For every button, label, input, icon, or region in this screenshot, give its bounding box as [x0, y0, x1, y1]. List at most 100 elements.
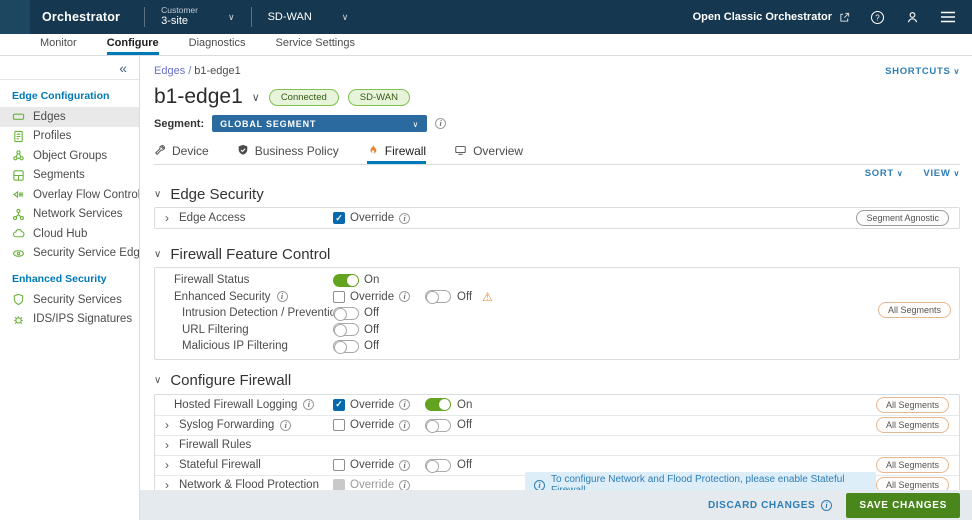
- info-icon[interactable]: [280, 420, 291, 431]
- sidebar-item-cloud-hub[interactable]: Cloud Hub: [0, 224, 139, 244]
- syslog-forwarding-override-checkbox[interactable]: [333, 419, 345, 431]
- nav-item-configure[interactable]: Configure: [107, 34, 159, 55]
- chevron-down-icon: [412, 119, 419, 129]
- info-icon[interactable]: [399, 460, 410, 471]
- info-icon[interactable]: [399, 399, 410, 410]
- tab-device[interactable]: Device: [154, 141, 209, 164]
- page-title: b1-edge1: [154, 85, 243, 109]
- all-segments-badge: All Segments: [876, 477, 949, 490]
- sidebar-item-label: Segments: [33, 169, 85, 181]
- svg-text:?: ?: [875, 13, 880, 22]
- cloud-icon: [12, 227, 25, 240]
- title-chevron-down-icon[interactable]: [252, 91, 260, 104]
- sidebar-item-segments[interactable]: Segments: [0, 166, 139, 186]
- tab-firewall[interactable]: Firewall: [367, 141, 426, 164]
- row-hosted-firewall-logging: Hosted Firewall Logging Override On All …: [155, 395, 959, 415]
- stateful-firewall-override-checkbox[interactable]: [333, 459, 345, 471]
- segment-label: Segment:: [154, 118, 204, 130]
- row-label: Network & Flood Protection: [179, 479, 319, 490]
- segment-select[interactable]: GLOBAL SEGMENT: [212, 115, 427, 132]
- stateful-firewall-toggle[interactable]: [425, 459, 451, 472]
- info-icon[interactable]: [821, 500, 832, 511]
- open-classic-orchestrator-link[interactable]: Open Classic Orchestrator: [693, 11, 850, 23]
- segment-info-icon[interactable]: [435, 118, 446, 129]
- section-collapse-icon[interactable]: [154, 249, 161, 260]
- sidebar-item-label: Cloud Hub: [33, 228, 87, 240]
- row-firewall-status: Firewall Status On: [155, 272, 959, 289]
- sidebar-item-edges[interactable]: Edges: [0, 107, 139, 127]
- customer-selector[interactable]: Customer 3-site ∨: [145, 5, 250, 29]
- edge-access-override-checkbox[interactable]: [333, 212, 345, 224]
- sort-menu[interactable]: SORT: [865, 168, 904, 181]
- hosted-firewall-logging-toggle[interactable]: [425, 398, 451, 411]
- status-badge-connected: Connected: [269, 89, 339, 106]
- hosted-firewall-logging-override-checkbox[interactable]: [333, 399, 345, 411]
- row-label: Enhanced Security: [174, 291, 271, 303]
- sidebar-item-label: Edges: [33, 111, 66, 123]
- row-url-filtering: URL Filtering Off: [155, 322, 959, 339]
- tab-business-policy[interactable]: Business Policy: [237, 141, 339, 164]
- row-label: Intrusion Detection / Prevention: [182, 307, 333, 319]
- info-icon[interactable]: [399, 480, 410, 491]
- save-changes-button[interactable]: SAVE CHANGES: [846, 493, 960, 518]
- sidebar-item-profiles[interactable]: Profiles: [0, 127, 139, 147]
- nav-item-diagnostics[interactable]: Diagnostics: [189, 34, 246, 55]
- nav-item-service-settings[interactable]: Service Settings: [276, 34, 355, 55]
- discard-changes-button[interactable]: DISCARD CHANGES: [708, 500, 832, 511]
- expand-icon[interactable]: [165, 419, 173, 431]
- section-collapse-icon[interactable]: [154, 189, 161, 200]
- vendor-logo: [0, 0, 30, 34]
- view-menu[interactable]: VIEW: [923, 168, 960, 181]
- enhanced-security-override-checkbox[interactable]: [333, 291, 345, 303]
- customer-label: Customer: [161, 5, 198, 16]
- expand-icon[interactable]: [165, 479, 173, 490]
- all-segments-badge: All Segments: [876, 417, 949, 433]
- sidebar-item-label: Network Services: [33, 208, 122, 220]
- intrusion-detection-toggle[interactable]: [333, 307, 359, 320]
- stateful-firewall-hint-banner: To configure Network and Flood Protectio…: [525, 472, 876, 490]
- expand-icon[interactable]: [165, 212, 173, 224]
- sidebar-item-network-services[interactable]: Network Services: [0, 205, 139, 225]
- toggle-state-label: Off: [457, 419, 472, 431]
- sidebar-item-security-services[interactable]: Security Services: [0, 290, 139, 310]
- tab-overview[interactable]: Overview: [454, 141, 523, 164]
- user-icon[interactable]: [905, 10, 920, 25]
- sidebar-item-ids-ips-signatures[interactable]: IDS/IPS Signatures: [0, 310, 139, 330]
- configure-firewall-panel: Hosted Firewall Logging Override On All …: [154, 394, 960, 491]
- info-icon[interactable]: [399, 291, 410, 302]
- syslog-forwarding-toggle[interactable]: [425, 419, 451, 432]
- tab-label: Device: [172, 144, 209, 158]
- bug-icon: [12, 313, 25, 326]
- sidebar-item-object-groups[interactable]: Object Groups: [0, 146, 139, 166]
- help-icon[interactable]: ?: [870, 10, 885, 25]
- enhanced-security-toggle[interactable]: [425, 290, 451, 303]
- toggle-state-label: Off: [364, 340, 379, 352]
- sidebar-item-overlay-flow-control[interactable]: Overlay Flow Control: [0, 185, 139, 205]
- expand-icon[interactable]: [165, 439, 173, 451]
- network-services-icon: [12, 208, 25, 221]
- malicious-ip-filtering-toggle[interactable]: [333, 340, 359, 353]
- firewall-status-toggle[interactable]: [333, 274, 359, 287]
- shortcuts-menu[interactable]: SHORTCUTS: [885, 66, 960, 77]
- menu-icon[interactable]: [940, 11, 956, 23]
- url-filtering-toggle[interactable]: [333, 323, 359, 336]
- sidebar-collapse-icon[interactable]: [119, 61, 127, 75]
- firewall-feature-control-panel: Firewall Status On Enhanced Security Ove…: [154, 267, 960, 360]
- info-icon[interactable]: [303, 399, 314, 410]
- chevron-down-icon: ∨: [228, 12, 235, 23]
- chevron-down-icon: ∨: [342, 12, 349, 23]
- info-icon[interactable]: [277, 291, 288, 302]
- info-icon: [534, 480, 545, 491]
- nav-item-monitor[interactable]: Monitor: [40, 34, 77, 55]
- section-collapse-icon[interactable]: [154, 375, 161, 386]
- toggle-state-label: Off: [457, 291, 472, 303]
- service-selector[interactable]: SD-WAN ∨: [252, 11, 365, 23]
- info-icon[interactable]: [399, 213, 410, 224]
- info-icon[interactable]: [399, 420, 410, 431]
- status-badge-sdwan: SD-WAN: [348, 89, 410, 106]
- sidebar-item-security-service-edge[interactable]: Security Service Edge (SS...: [0, 244, 139, 264]
- row-label: Hosted Firewall Logging: [174, 399, 297, 411]
- expand-icon[interactable]: [165, 459, 173, 471]
- row-label: Edge Access: [179, 212, 245, 224]
- breadcrumb-edges-link[interactable]: Edges: [154, 65, 185, 77]
